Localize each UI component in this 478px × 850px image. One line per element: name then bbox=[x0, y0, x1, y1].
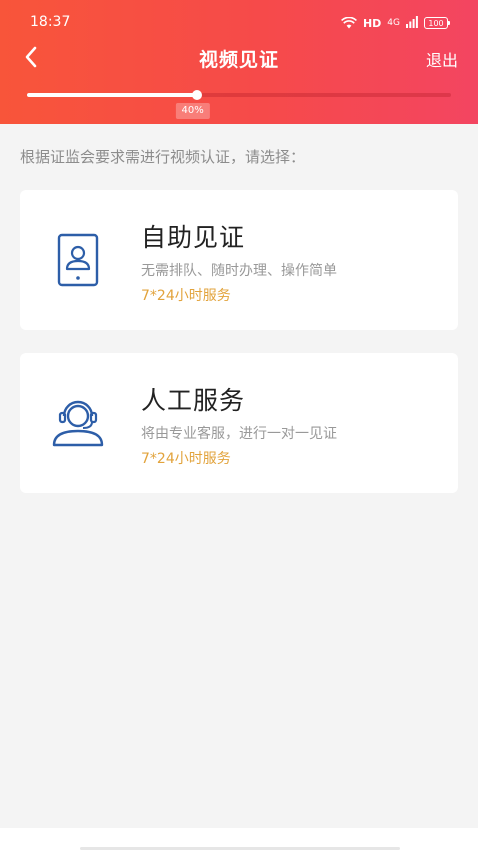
bottom-safe-area bbox=[0, 828, 478, 850]
option-title: 人工服务 bbox=[141, 386, 246, 415]
option-service-hours: 7*24小时服务 bbox=[141, 451, 231, 467]
battery-level: 100 bbox=[428, 18, 444, 28]
battery-icon: 100 bbox=[424, 17, 450, 29]
option-description: 将由专业客服，进行一对一见证 bbox=[141, 426, 337, 442]
status-icons: HD 4G 100 bbox=[340, 14, 450, 32]
status-time: 18:37 bbox=[30, 14, 71, 30]
option-title: 自助见证 bbox=[141, 223, 246, 252]
exit-button[interactable]: 退出 bbox=[426, 47, 458, 71]
header-bar: 18:37 HD 4G 100 视频见证 退出 40% bbox=[0, 0, 478, 124]
signal-bars-icon bbox=[406, 15, 418, 31]
page-title: 视频见证 bbox=[198, 49, 279, 71]
human-service-option[interactable]: 人工服务 将由专业客服，进行一对一见证 7*24小时服务 bbox=[20, 353, 458, 493]
option-service-hours: 7*24小时服务 bbox=[141, 288, 231, 304]
progress-bar bbox=[27, 90, 451, 100]
instruction-text: 根据证监会要求需进行视频认证，请选择： bbox=[20, 148, 306, 166]
hd-label: HD bbox=[362, 16, 382, 30]
headset-agent-icon bbox=[50, 393, 106, 453]
status-bar: 18:37 HD 4G 100 bbox=[0, 0, 478, 44]
option-description: 无需排队、随时办理、操作简单 bbox=[141, 263, 337, 279]
tablet-user-icon bbox=[50, 230, 106, 290]
progress-percent-badge: 40% bbox=[175, 103, 210, 119]
self-witness-option[interactable]: 自助见证 无需排队、随时办理、操作简单 7*24小时服务 bbox=[20, 190, 458, 330]
signal-icon: 4G bbox=[387, 17, 400, 28]
progress-fill bbox=[27, 93, 197, 97]
progress-thumb bbox=[191, 90, 202, 100]
wifi-icon bbox=[340, 17, 357, 29]
